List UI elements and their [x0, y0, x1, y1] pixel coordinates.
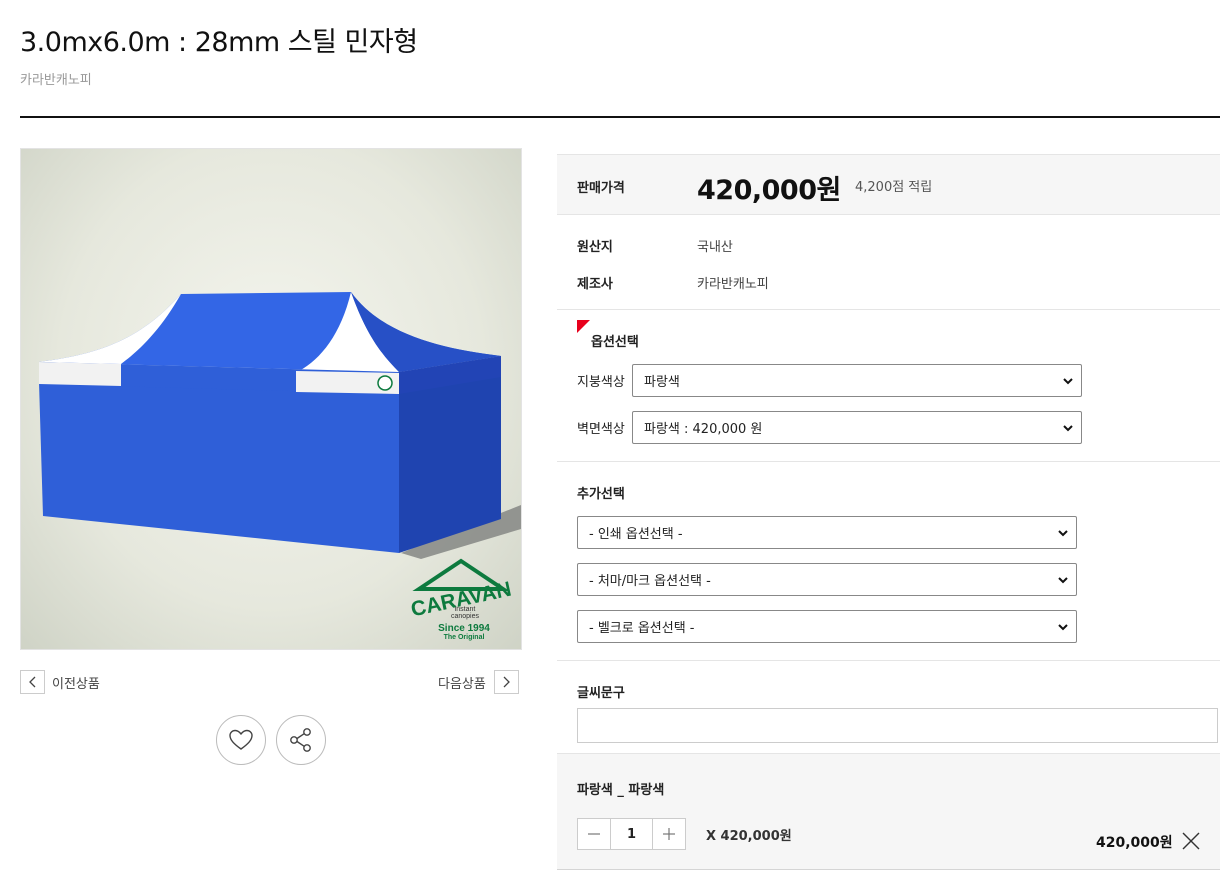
velcro-option-select[interactable]: - 벨크로 옵션선택 - — [577, 610, 1077, 643]
reward-points: 4,200점 적립 — [855, 180, 933, 195]
origin-value: 국내산 — [697, 240, 733, 255]
svg-text:The Original: The Original — [444, 634, 485, 641]
product-title: 3.0mx6.0m : 28mm 스틸 민자형 — [20, 27, 418, 58]
wall-color-value: 파랑색 : 420,000 원 — [644, 422, 763, 437]
quantity-stepper: 1 — [577, 818, 686, 850]
header-divider — [20, 116, 1220, 118]
wall-color-label: 벽면색상 — [577, 422, 625, 437]
svg-text:instant: instant — [455, 606, 476, 613]
plus-icon — [663, 828, 675, 840]
roof-color-value: 파랑색 — [644, 375, 680, 390]
origin-label: 원산지 — [577, 240, 613, 255]
extra-options-title: 추가선택 — [577, 487, 625, 502]
chevron-down-icon — [1063, 425, 1073, 432]
eave-mark-option-value: - 처마/마크 옵션선택 - — [589, 574, 711, 589]
product-image[interactable]: CARAVAN instant canopies Since 1994 The … — [20, 148, 522, 650]
print-option-select[interactable]: - 인쇄 옵션선택 - — [577, 516, 1077, 549]
decrease-quantity-button[interactable] — [578, 819, 610, 849]
svg-text:Since 1994: Since 1994 — [438, 623, 490, 634]
share-icon — [290, 728, 311, 752]
chevron-right-icon[interactable] — [493, 670, 519, 694]
caravan-logo: CARAVAN instant canopies Since 1994 The … — [409, 558, 513, 641]
wishlist-button[interactable] — [216, 715, 266, 765]
valance-logo-mark — [377, 375, 393, 391]
svg-text:canopies: canopies — [451, 613, 480, 620]
lettering-input[interactable] — [577, 708, 1218, 743]
required-flag-icon — [577, 320, 590, 333]
share-button[interactable] — [276, 715, 326, 765]
price-label: 판매가격 — [577, 181, 625, 196]
price-value: 420,000원 — [697, 175, 841, 206]
chevron-down-icon — [1063, 378, 1073, 385]
print-option-value: - 인쇄 옵션선택 - — [589, 527, 683, 542]
chevron-left-icon[interactable] — [20, 670, 45, 694]
price-section: 판매가격 420,000원 4,200점 적립 — [557, 154, 1220, 215]
next-product-link[interactable]: 다음상품 — [438, 670, 519, 694]
chevron-down-icon — [1058, 530, 1068, 537]
unit-price: X 420,000원 — [706, 829, 792, 844]
roof-color-select[interactable]: 파랑색 — [632, 364, 1082, 397]
prev-product-link[interactable]: 이전상품 — [20, 670, 100, 694]
selected-item-name: 파랑색 _ 파랑색 — [577, 783, 665, 798]
section-divider — [557, 461, 1220, 462]
eave-mark-option-select[interactable]: - 처마/마크 옵션선택 - — [577, 563, 1077, 596]
close-icon — [1182, 832, 1200, 850]
item-total: 420,000원 — [1096, 835, 1173, 851]
wall-color-select[interactable]: 파랑색 : 420,000 원 — [632, 411, 1082, 444]
roof-color-label: 지붕색상 — [577, 375, 625, 390]
heart-icon — [229, 729, 253, 750]
product-brand: 카라반캐노피 — [20, 73, 92, 88]
section-divider — [557, 309, 1220, 310]
prev-product-label: 이전상품 — [52, 676, 100, 692]
next-product-label: 다음상품 — [438, 676, 486, 692]
manufacturer-value: 카라반캐노피 — [697, 277, 769, 292]
velcro-option-value: - 벨크로 옵션선택 - — [589, 621, 695, 636]
options-title: 옵션선택 — [591, 335, 639, 350]
chevron-down-icon — [1058, 624, 1068, 631]
tent-front-wall — [39, 382, 399, 553]
minus-icon — [588, 833, 600, 835]
chevron-down-icon — [1058, 577, 1068, 584]
remove-item-button[interactable] — [1181, 831, 1201, 851]
selected-item: 파랑색 _ 파랑색 1 X 420,000원 420,000원 — [557, 753, 1220, 870]
manufacturer-label: 제조사 — [577, 277, 613, 292]
lettering-title: 글씨문구 — [577, 686, 625, 701]
section-divider — [557, 660, 1220, 661]
increase-quantity-button[interactable] — [653, 819, 685, 849]
quantity-value[interactable]: 1 — [610, 819, 653, 849]
